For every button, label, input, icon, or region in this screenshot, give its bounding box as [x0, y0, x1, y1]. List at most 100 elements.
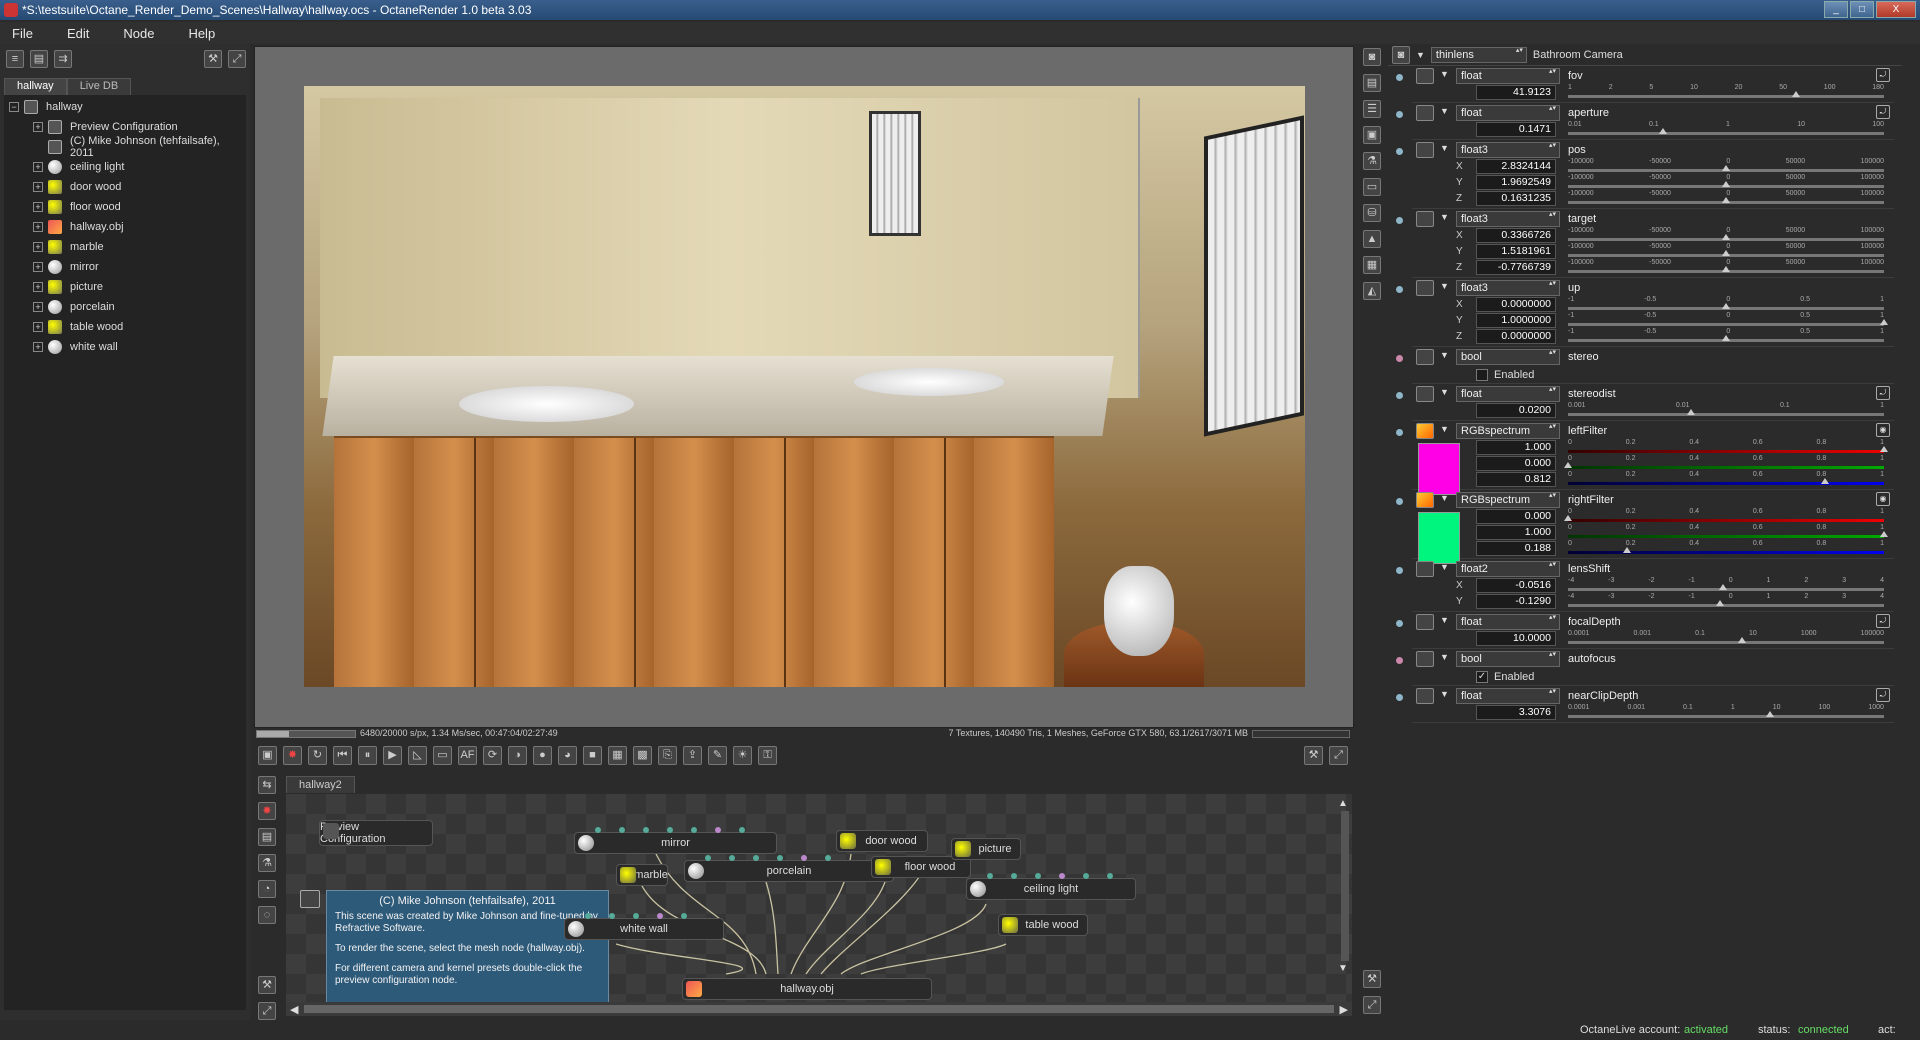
- expand-icon[interactable]: +: [33, 162, 43, 172]
- export-icon[interactable]: ⇪: [683, 745, 702, 765]
- expand-icon[interactable]: +: [33, 242, 43, 252]
- pin-dot[interactable]: [1396, 498, 1403, 505]
- value-field[interactable]: -0.0516: [1476, 577, 1556, 593]
- slider-thumb[interactable]: [1880, 531, 1888, 537]
- reset-icon[interactable]: ⤾: [1876, 386, 1890, 400]
- value-field[interactable]: 0.1631235: [1476, 190, 1556, 206]
- reset-icon[interactable]: ⤾: [1876, 688, 1890, 702]
- sphere-icon[interactable]: ●: [533, 745, 552, 765]
- pin-dot[interactable]: [1396, 429, 1403, 436]
- float-node-icon[interactable]: [1416, 68, 1434, 84]
- param-slider[interactable]: 0.01 0.1 1 10 100: [1568, 121, 1884, 137]
- camera-icon[interactable]: ◙: [1363, 48, 1381, 66]
- expand-triangle-icon[interactable]: ▼: [1440, 281, 1449, 291]
- slider-thumb[interactable]: [1880, 446, 1888, 452]
- display-icon[interactable]: ▭: [433, 745, 452, 765]
- float-node-icon[interactable]: [1416, 386, 1434, 402]
- expand-icon[interactable]: +: [33, 122, 43, 132]
- param-slider[interactable]: -100000 -50000 0 50000 100000: [1568, 243, 1884, 259]
- slider-thumb[interactable]: [1722, 165, 1730, 171]
- expand-icon[interactable]: +: [33, 182, 43, 192]
- node-vertical-scrollbar[interactable]: ▲ ▼: [1338, 798, 1352, 978]
- tree-item[interactable]: + marble: [4, 237, 246, 257]
- value-field[interactable]: 1.000: [1476, 439, 1556, 455]
- scroll-right-icon[interactable]: ▶: [1340, 1003, 1352, 1016]
- param-slider[interactable]: -1 -0.5 0 0.5 1: [1568, 328, 1884, 344]
- tree-item[interactable]: + door wood: [4, 177, 246, 197]
- param-type-select[interactable]: float: [1456, 688, 1560, 704]
- float-node-icon[interactable]: [1416, 561, 1434, 577]
- value-field[interactable]: 1.000: [1476, 524, 1556, 540]
- table-wood-node[interactable]: table wood: [998, 914, 1088, 936]
- checkbox[interactable]: ✓: [1476, 671, 1488, 683]
- param-slider[interactable]: -1 -0.5 0 0.5 1: [1568, 296, 1884, 312]
- slider-thumb[interactable]: [1623, 547, 1632, 553]
- slider-thumb[interactable]: [1564, 515, 1572, 521]
- float-node-icon[interactable]: [1416, 280, 1434, 296]
- reset-icon[interactable]: ⤾: [1876, 614, 1890, 628]
- pin-dot[interactable]: [1396, 111, 1403, 118]
- node-material-icon[interactable]: ⚗: [258, 854, 276, 872]
- rewind-icon[interactable]: ⏮: [333, 745, 352, 765]
- outliner-collapse-icon[interactable]: ⇉: [54, 50, 72, 68]
- value-field[interactable]: 0.000: [1476, 508, 1556, 524]
- node-image-icon[interactable]: ▤: [258, 828, 276, 846]
- expand-triangle-icon[interactable]: ▼: [1440, 615, 1449, 625]
- scroll-left-icon[interactable]: ◀: [286, 1003, 298, 1016]
- square-icon[interactable]: ■: [583, 745, 602, 765]
- slider-thumb[interactable]: [1737, 637, 1746, 643]
- param-type-select[interactable]: RGBspectrum: [1456, 492, 1560, 508]
- tree-item[interactable]: + white wall: [4, 337, 246, 357]
- pin-dot[interactable]: [1396, 217, 1403, 224]
- fullscreen-icon[interactable]: ⤢: [228, 50, 246, 68]
- node-texture-icon[interactable]: ◔: [258, 880, 276, 898]
- param-slider[interactable]: 0 0.2 0.4 0.6 0.8 1: [1568, 439, 1888, 455]
- stack-icon[interactable]: ▤: [1363, 74, 1381, 92]
- sphere-shaded-icon[interactable]: ◕: [558, 745, 577, 765]
- maximize-button[interactable]: □: [1850, 1, 1874, 18]
- param-slider[interactable]: 0 0.2 0.4 0.6 0.8 1: [1568, 524, 1888, 540]
- hallway-obj-node[interactable]: hallway.obj: [682, 978, 932, 1000]
- expand-icon[interactable]: +: [33, 322, 43, 332]
- slider-thumb[interactable]: [1820, 478, 1829, 484]
- color-node-icon[interactable]: [1416, 492, 1434, 508]
- value-field[interactable]: 1.0000000: [1476, 312, 1556, 328]
- param-type-select[interactable]: float3: [1456, 211, 1560, 227]
- float-node-icon[interactable]: [1416, 105, 1434, 121]
- node-horizontal-scrollbar[interactable]: ◀ ▶: [286, 1002, 1352, 1016]
- eye-icon[interactable]: ◉: [1876, 492, 1890, 506]
- slider-thumb[interactable]: [1715, 600, 1724, 606]
- pin-dot[interactable]: [1396, 286, 1403, 293]
- scroll-down-icon[interactable]: ▼: [1338, 963, 1352, 974]
- param-type-select[interactable]: float: [1456, 614, 1560, 630]
- param-slider[interactable]: -100000 -50000 0 50000 100000: [1568, 190, 1884, 206]
- value-field[interactable]: 0.1471: [1476, 121, 1556, 137]
- wrench-icon[interactable]: ⚒: [204, 50, 222, 68]
- white-balance-icon[interactable]: ◑: [508, 745, 527, 765]
- param-slider[interactable]: 0.0001 0.001 0.1 10 1000 100000: [1568, 630, 1884, 646]
- play-icon[interactable]: ▶: [383, 745, 402, 765]
- pin-dot[interactable]: [1396, 567, 1403, 574]
- node-canvas[interactable]: Preview Configuration (C) Mike Johnson (…: [286, 794, 1352, 1002]
- param-slider[interactable]: 1 2 5 10 20 50 100 180: [1568, 84, 1884, 100]
- param-slider[interactable]: 0 0.2 0.4 0.6 0.8 1: [1568, 471, 1884, 487]
- screenshot-icon[interactable]: ▣: [258, 745, 277, 765]
- expand-icon[interactable]: +: [33, 222, 43, 232]
- wrench-icon[interactable]: ⚒: [258, 976, 276, 994]
- comment-node[interactable]: (C) Mike Johnson (tehfailsafe), 2011 Thi…: [326, 890, 609, 1002]
- param-type-select[interactable]: bool: [1456, 651, 1560, 667]
- expand-triangle-icon[interactable]: ▼: [1440, 387, 1449, 397]
- value-field[interactable]: 1.5181961: [1476, 243, 1556, 259]
- stop-render-icon[interactable]: ✸: [283, 745, 302, 765]
- mesh-icon[interactable]: ◭: [1363, 282, 1381, 300]
- bool-node-icon[interactable]: [1416, 651, 1434, 667]
- tree-item[interactable]: (C) Mike Johnson (tehfailsafe), 2011: [4, 135, 246, 159]
- slider-thumb[interactable]: [1722, 181, 1730, 187]
- database-icon[interactable]: ⛁: [1363, 204, 1381, 222]
- param-type-select[interactable]: float: [1456, 68, 1560, 84]
- slider-thumb[interactable]: [1658, 128, 1667, 134]
- restart-icon[interactable]: ↻: [308, 745, 327, 765]
- expand-icon[interactable]: +: [33, 262, 43, 272]
- focus-icon[interactable]: AF: [458, 745, 477, 765]
- param-type-select[interactable]: float: [1456, 386, 1560, 402]
